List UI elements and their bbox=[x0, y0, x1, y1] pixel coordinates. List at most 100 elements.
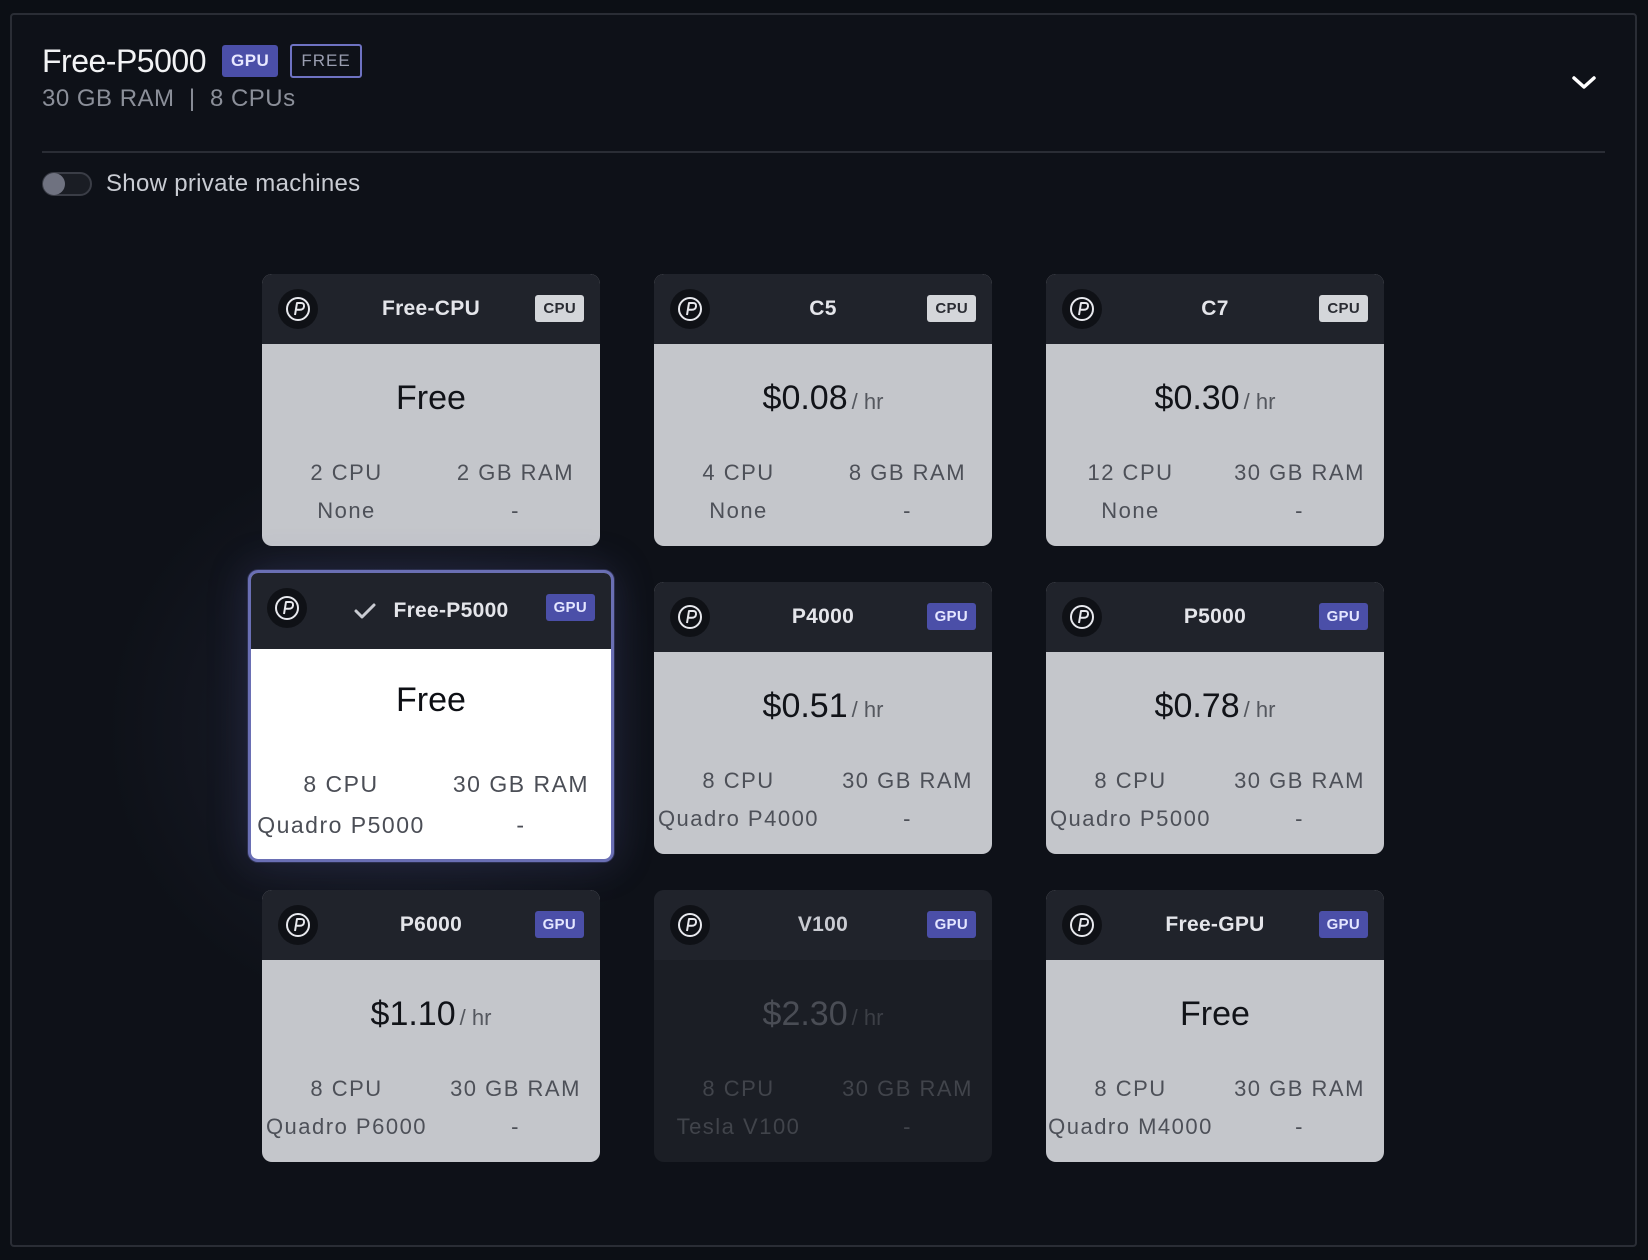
machine-specs: 8 CPU 30 GB RAM Quadro P6000 - bbox=[262, 1076, 600, 1140]
price-amount: $0.51 bbox=[762, 687, 848, 725]
ram-amount: 30 GB RAM bbox=[842, 1076, 973, 1101]
machine-card-p4000[interactable]: P4000 GPU $0.51/ hr 8 CPU 30 GB RAM Quadro P4… bbox=[654, 582, 992, 854]
machine-type-badge: CPU bbox=[927, 295, 976, 322]
paperspace-logo-icon bbox=[278, 905, 318, 945]
card-header: Free-GPU GPU bbox=[1046, 890, 1384, 960]
price-unit: / hr bbox=[1243, 389, 1276, 414]
machine-type-badge: GPU bbox=[1318, 603, 1368, 630]
private-machines-toggle-row: Show private machines bbox=[42, 170, 360, 198]
toggle-label: Show private machines bbox=[106, 170, 361, 197]
title-row: Free-P5000 GPU FREE bbox=[42, 43, 1605, 79]
cpu-count: 12 CPU bbox=[1087, 460, 1174, 485]
machine-type-badge: CPU bbox=[535, 295, 584, 322]
free-badge: FREE bbox=[290, 44, 362, 78]
gpu-ram: - bbox=[511, 1114, 520, 1139]
cpu-count: 8 CPU bbox=[702, 1076, 775, 1101]
machine-card-p6000[interactable]: P6000 GPU $1.10/ hr 8 CPU 30 GB RAM Quadro P6… bbox=[262, 890, 600, 1162]
toggle-knob bbox=[43, 173, 65, 195]
price-amount: Free bbox=[396, 681, 466, 719]
machine-price: $0.78/ hr bbox=[1046, 687, 1384, 726]
cpu-count: 4 CPU bbox=[702, 460, 775, 485]
price-unit: / hr bbox=[1243, 697, 1276, 722]
gpu-ram: - bbox=[511, 498, 520, 523]
paperspace-logo-icon bbox=[670, 905, 710, 945]
card-header: V100 GPU bbox=[654, 890, 992, 960]
machine-specs: 8 CPU 30 GB RAM Quadro P5000 - bbox=[1046, 768, 1384, 832]
machine-type-badge: GPU bbox=[545, 594, 595, 621]
gpu-model: None bbox=[709, 498, 768, 523]
price-unit: / hr bbox=[851, 697, 884, 722]
machine-card-c5[interactable]: C5 CPU $0.08/ hr 4 CPU 8 GB RAM None - bbox=[654, 274, 992, 546]
gpu-ram: - bbox=[1295, 1114, 1304, 1139]
machine-specs: 8 CPU 30 GB RAM Quadro M4000 - bbox=[1046, 1076, 1384, 1140]
machine-type-badge: GPU bbox=[534, 911, 584, 938]
machine-specs: 4 CPU 8 GB RAM None - bbox=[654, 460, 992, 524]
cpu-count: 8 CPU bbox=[702, 768, 775, 793]
paperspace-logo-icon bbox=[267, 588, 307, 628]
machine-price: Free bbox=[251, 681, 611, 720]
card-header: C5 CPU bbox=[654, 274, 992, 344]
gpu-ram: - bbox=[516, 812, 526, 838]
machine-type-badge: GPU bbox=[926, 911, 976, 938]
gpu-model: Quadro P5000 bbox=[257, 812, 425, 838]
show-private-machines-toggle[interactable] bbox=[42, 172, 92, 196]
machine-price: $0.51/ hr bbox=[654, 687, 992, 726]
machine-type-badge: CPU bbox=[1319, 295, 1368, 322]
price-amount: Free bbox=[396, 379, 466, 417]
machine-specs: 12 CPU 30 GB RAM None - bbox=[1046, 460, 1384, 524]
paperspace-logo-icon bbox=[670, 289, 710, 329]
cpu-count: 8 CPU bbox=[1094, 1076, 1167, 1101]
machine-price: Free bbox=[1046, 995, 1384, 1034]
machine-card-c7[interactable]: C7 CPU $0.30/ hr 12 CPU 30 GB RAM None - bbox=[1046, 274, 1384, 546]
paperspace-logo-icon bbox=[1062, 289, 1102, 329]
card-header: C7 CPU bbox=[1046, 274, 1384, 344]
gpu-ram: - bbox=[1295, 498, 1304, 523]
machine-name: C7 bbox=[1201, 297, 1229, 320]
gpu-ram: - bbox=[903, 498, 912, 523]
gpu-model: Quadro M4000 bbox=[1048, 1114, 1213, 1139]
machine-card-free-cpu[interactable]: Free-CPU CPU Free 2 CPU 2 GB RAM None - bbox=[262, 274, 600, 546]
card-header: Free-P5000 GPU bbox=[251, 573, 611, 649]
machine-card-free-p5000[interactable]: Free-P5000 GPU Free 8 CPU 30 GB RAM Quadro P5… bbox=[248, 570, 614, 862]
machine-price: $0.30/ hr bbox=[1046, 379, 1384, 418]
machine-type-badge: GPU bbox=[1318, 911, 1368, 938]
card-header: Free-CPU CPU bbox=[262, 274, 600, 344]
machine-type-badge: GPU bbox=[926, 603, 976, 630]
paperspace-logo-icon bbox=[278, 289, 318, 329]
paperspace-logo-icon bbox=[1062, 597, 1102, 637]
machine-card-p5000[interactable]: P5000 GPU $0.78/ hr 8 CPU 30 GB RAM Quadro P5… bbox=[1046, 582, 1384, 854]
gpu-model: None bbox=[1101, 498, 1160, 523]
chevron-down-icon[interactable] bbox=[1571, 75, 1597, 91]
machine-card-free-gpu[interactable]: Free-GPU GPU Free 8 CPU 30 GB RAM Quadro M400… bbox=[1046, 890, 1384, 1162]
machine-name: Free-GPU bbox=[1165, 913, 1265, 936]
check-icon bbox=[354, 603, 376, 619]
gpu-ram: - bbox=[903, 806, 912, 831]
price-unit: / hr bbox=[459, 1005, 492, 1030]
price-unit: / hr bbox=[851, 1005, 884, 1030]
paperspace-logo-icon bbox=[670, 597, 710, 637]
machine-name: P4000 bbox=[791, 605, 855, 628]
cpu-count: 8 CPU bbox=[1094, 768, 1167, 793]
machine-specs: 8 CPU 30 GB RAM Quadro P5000 - bbox=[251, 771, 611, 839]
ram-amount: 30 GB RAM bbox=[1234, 768, 1365, 793]
gpu-ram: - bbox=[903, 1114, 912, 1139]
gpu-model: Quadro P6000 bbox=[265, 1114, 428, 1139]
machine-price: $1.10/ hr bbox=[262, 995, 600, 1034]
card-header: P6000 GPU bbox=[262, 890, 600, 960]
selected-machine-header[interactable]: Free-P5000 GPU FREE 30 GB RAM | 8 CPUs bbox=[42, 43, 1605, 153]
price-amount: $0.30 bbox=[1154, 379, 1240, 417]
ram-amount: 2 GB RAM bbox=[456, 460, 575, 485]
machine-price: $2.30/ hr bbox=[654, 995, 992, 1034]
machine-name: V100 bbox=[797, 913, 849, 936]
selected-machine-specs: 30 GB RAM | 8 CPUs bbox=[42, 85, 296, 112]
card-header: P5000 GPU bbox=[1046, 582, 1384, 652]
ram-amount: 30 GB RAM bbox=[1234, 460, 1365, 485]
machine-name: Free-P5000 bbox=[393, 599, 509, 622]
cpu-count: 8 CPU bbox=[310, 1076, 383, 1101]
price-unit: / hr bbox=[851, 389, 884, 414]
ram-amount: 30 GB RAM bbox=[452, 771, 590, 797]
price-amount: $2.30 bbox=[762, 995, 848, 1033]
gpu-model: Tesla V100 bbox=[676, 1114, 801, 1139]
machine-name: P5000 bbox=[1183, 605, 1247, 628]
ram-amount: 30 GB RAM bbox=[450, 1076, 581, 1101]
